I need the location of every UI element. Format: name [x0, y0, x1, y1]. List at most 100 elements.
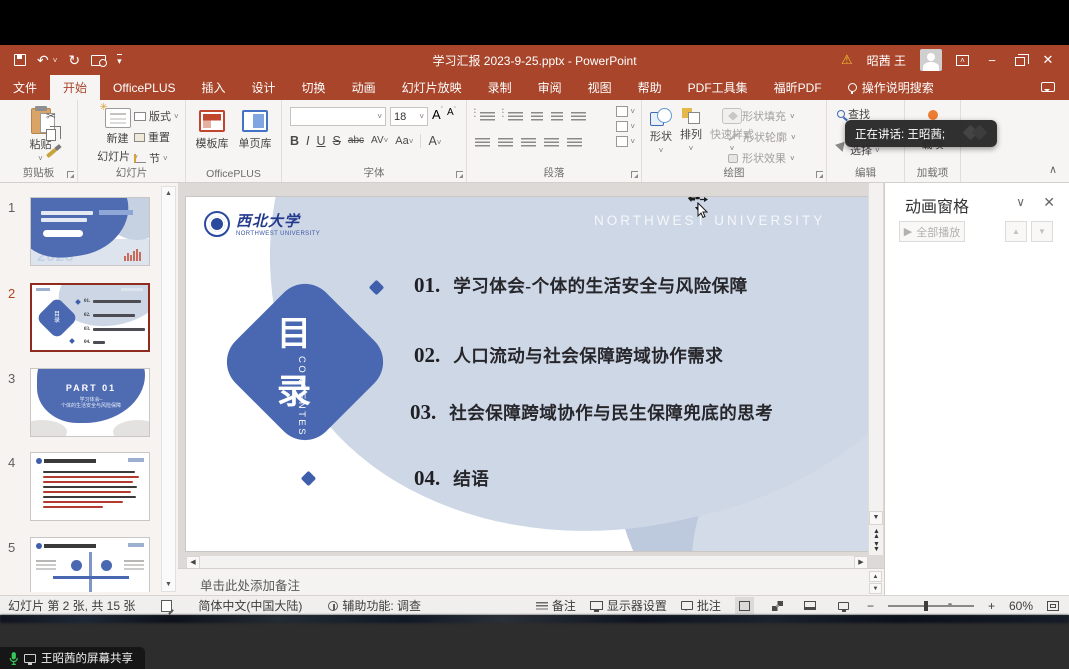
scroll-down-icon[interactable]: ▼: [869, 583, 882, 594]
convert-smartart-button[interactable]: ˅: [616, 136, 635, 147]
tab-insert[interactable]: 插入: [189, 75, 239, 100]
normal-view-button[interactable]: [735, 597, 754, 614]
redo-icon[interactable]: ↻: [68, 53, 80, 67]
minimize-button[interactable]: −: [983, 53, 1001, 68]
notes-pane[interactable]: 单击此处添加备注 ▲ ▼: [178, 568, 884, 595]
zoom-level[interactable]: 60%: [1009, 599, 1033, 613]
reading-view-button[interactable]: [801, 597, 820, 614]
undo-icon[interactable]: ↶: [37, 53, 49, 67]
tab-animations[interactable]: 动画: [339, 75, 389, 100]
undo-dropdown-icon[interactable]: ˅: [53, 56, 58, 65]
screen-share-banner[interactable]: 王昭茜的屏幕共享: [0, 647, 145, 669]
zoom-slider[interactable]: [888, 605, 974, 607]
font-color-button[interactable]: A˅: [428, 135, 441, 148]
play-all-button[interactable]: ▶ 全部播放: [899, 221, 965, 242]
arrange-button[interactable]: 排列˅: [680, 108, 702, 155]
save-icon[interactable]: [14, 54, 26, 66]
display-settings-button[interactable]: 显示器设置: [590, 597, 667, 614]
zoom-out-button[interactable]: −: [867, 599, 874, 613]
numbering-icon[interactable]: [508, 112, 523, 123]
notes-button[interactable]: 备注: [536, 597, 576, 614]
slide-thumbnail-5[interactable]: [30, 537, 150, 592]
tab-transitions[interactable]: 切换: [289, 75, 339, 100]
tab-file[interactable]: 文件: [0, 75, 50, 100]
bold-button[interactable]: B: [290, 135, 299, 148]
section-button[interactable]: 节˅: [134, 150, 179, 166]
shape-outline-button[interactable]: 形状轮廓˅: [728, 129, 796, 145]
thumbnail-scrollbar[interactable]: ▲ ▼: [161, 186, 176, 592]
strikethrough-button[interactable]: S: [333, 135, 341, 148]
toc-item-1[interactable]: 01. 学习体会-个体的生活安全与风险保障: [414, 273, 748, 298]
accessibility-status[interactable]: 辅助功能: 调查: [328, 597, 421, 614]
move-earlier-button[interactable]: ▲: [1005, 221, 1027, 242]
close-icon[interactable]: ✕: [1043, 194, 1055, 211]
comments-button[interactable]: 批注: [681, 597, 721, 614]
spellcheck-icon[interactable]: [161, 600, 172, 612]
tab-officeplus[interactable]: OfficePLUS: [100, 75, 188, 100]
horizontal-scrollbar[interactable]: ◀ ▶: [186, 555, 868, 569]
slide-thumbnail-2-selected[interactable]: 目录 01. 02. 03. 04.: [30, 283, 150, 352]
dialog-launcher-icon[interactable]: [816, 171, 823, 178]
grow-font-button[interactable]: Aˆ: [432, 107, 443, 126]
move-later-button[interactable]: ▼: [1031, 221, 1053, 242]
scroll-down-icon[interactable]: ▼: [162, 578, 175, 591]
slide-sorter-button[interactable]: [768, 597, 787, 614]
columns-icon[interactable]: [567, 138, 582, 149]
scroll-up-icon[interactable]: ▲: [162, 187, 175, 200]
tab-tell-me[interactable]: 操作说明搜索: [835, 75, 947, 100]
toc-item-2[interactable]: 02. 人口流动与社会保障跨域协作需求: [414, 343, 723, 368]
restore-button[interactable]: [1015, 57, 1025, 66]
align-right-icon[interactable]: [521, 138, 536, 149]
scroll-up-icon[interactable]: ▲: [869, 571, 882, 582]
customize-qat-icon[interactable]: ▾: [117, 54, 122, 67]
dialog-launcher-icon[interactable]: [631, 171, 638, 178]
ribbon-display-options-icon[interactable]: ˄: [956, 55, 969, 66]
clear-formatting-button[interactable]: abc: [348, 136, 364, 146]
toc-item-4[interactable]: 04. 结语: [414, 466, 489, 491]
shape-effects-button[interactable]: 形状效果˅: [728, 150, 796, 166]
notes-placeholder[interactable]: 单击此处添加备注: [200, 575, 300, 594]
previous-slide-icon[interactable]: ▲▲: [870, 529, 883, 539]
tab-record[interactable]: 录制: [475, 75, 525, 100]
character-spacing-button[interactable]: AV˅: [371, 136, 388, 146]
tab-slideshow[interactable]: 幻灯片放映: [389, 75, 475, 100]
shapes-button[interactable]: 形状˅: [650, 108, 672, 155]
align-left-icon[interactable]: [475, 138, 490, 149]
toc-item-3[interactable]: 03. 社会保障跨域协作与民生保障兜底的思考: [410, 400, 773, 425]
font-name-select[interactable]: ˅: [290, 107, 386, 126]
slide-thumbnail-1[interactable]: 2023: [30, 197, 150, 266]
line-spacing-icon[interactable]: [571, 112, 586, 123]
shape-fill-button[interactable]: 形状填充˅: [728, 108, 796, 124]
language-status[interactable]: 简体中文(中国大陆): [198, 597, 302, 614]
tab-pdf-tools[interactable]: PDF工具集: [675, 75, 761, 100]
italic-button[interactable]: I: [306, 135, 309, 148]
chevron-down-icon[interactable]: ∨: [1016, 195, 1025, 209]
tab-home[interactable]: 开始: [50, 75, 100, 100]
slide-canvas[interactable]: 西北大学 NORTHWEST UNIVERSITY NORTHWEST UNIV…: [186, 197, 869, 551]
warning-icon[interactable]: ⚠: [841, 52, 853, 68]
bullets-icon[interactable]: [480, 112, 495, 123]
dialog-launcher-icon[interactable]: [67, 171, 74, 178]
slide-thumbnail-4[interactable]: [30, 452, 150, 521]
tab-foxit-pdf[interactable]: 福昕PDF: [761, 75, 835, 100]
tab-help[interactable]: 帮助: [625, 75, 675, 100]
zoom-in-button[interactable]: +: [988, 599, 995, 613]
increase-indent-icon[interactable]: [551, 112, 563, 123]
layout-button[interactable]: 版式˅: [134, 108, 179, 124]
vertical-scrollbar[interactable]: ▼ ▲▲ ▼▼: [868, 183, 883, 555]
change-case-button[interactable]: Aa˅: [395, 136, 413, 147]
underline-button[interactable]: U: [317, 135, 326, 148]
tab-review[interactable]: 审阅: [525, 75, 575, 100]
start-slideshow-icon[interactable]: [91, 55, 106, 66]
decrease-indent-icon[interactable]: [531, 112, 543, 123]
comments-bubble-icon[interactable]: [1041, 82, 1055, 92]
reset-button[interactable]: 重置: [134, 129, 179, 145]
toc-diamond-shape[interactable]: 目 录 CONTENTES: [214, 271, 395, 452]
tab-design[interactable]: 设计: [239, 75, 289, 100]
zoom-slider-thumb[interactable]: [924, 601, 928, 611]
tab-view[interactable]: 视图: [575, 75, 625, 100]
shrink-font-button[interactable]: Aˇ: [447, 107, 456, 126]
font-size-select[interactable]: 18˅: [390, 107, 428, 126]
next-slide-icon[interactable]: ▼▼: [870, 542, 883, 552]
text-direction-button[interactable]: ˅: [616, 106, 635, 117]
